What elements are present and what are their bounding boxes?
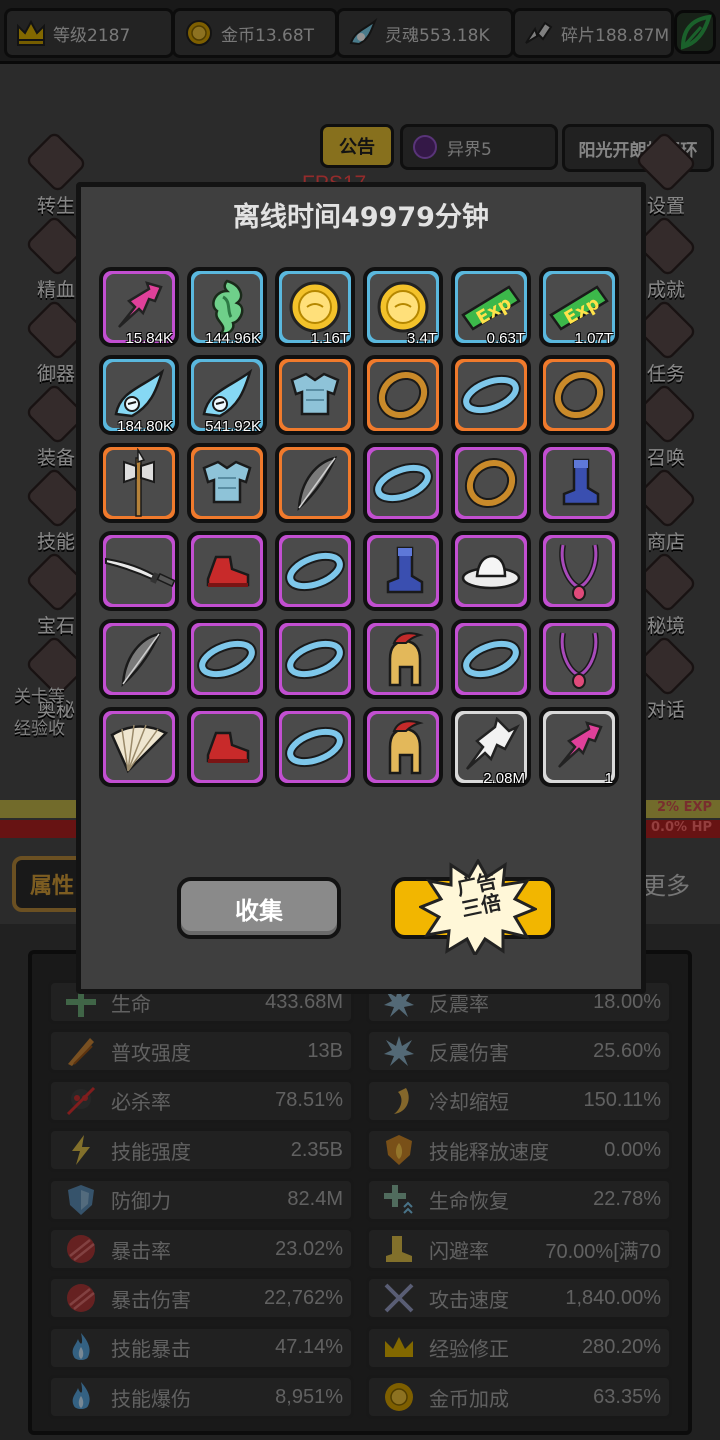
reward-slot[interactable]	[187, 619, 267, 699]
exp-ticket-icon: Exp	[547, 281, 611, 333]
red-shoe-icon	[198, 725, 256, 769]
armor-icon	[198, 458, 256, 508]
reward-slot[interactable]	[539, 355, 619, 435]
reward-quantity: 184.80K	[117, 418, 173, 435]
bracelet-icon	[548, 364, 610, 426]
reward-slot[interactable]: 2.08M	[451, 707, 531, 787]
fan-icon	[108, 719, 170, 775]
reward-slot[interactable]	[363, 531, 443, 611]
blue-bracelet-icon	[195, 635, 259, 683]
reward-slot[interactable]	[99, 443, 179, 523]
pink-dash-icon	[111, 279, 167, 335]
helmet-icon	[376, 715, 430, 779]
reward-slot[interactable]: 1.16T	[275, 267, 355, 347]
soul-flame-icon	[110, 366, 168, 424]
grey-dash-icon	[461, 717, 521, 777]
armor-icon	[286, 370, 344, 420]
reward-slot[interactable]	[363, 443, 443, 523]
reward-slot[interactable]	[275, 531, 355, 611]
reward-slot[interactable]: 184.80K	[99, 355, 179, 435]
reward-slot[interactable]	[99, 619, 179, 699]
reward-slot[interactable]	[539, 619, 619, 699]
blue-bracelet-icon	[283, 723, 347, 771]
reward-slot[interactable]: Exp 0.63T	[451, 267, 531, 347]
reward-slot[interactable]	[99, 531, 179, 611]
necklace-icon	[553, 627, 605, 691]
collect-label: 收集	[235, 896, 283, 925]
reward-slot[interactable]	[275, 355, 355, 435]
reward-slot[interactable]: 1	[539, 707, 619, 787]
reward-slot[interactable]	[363, 619, 443, 699]
reward-slot[interactable]: 15.84K	[99, 267, 179, 347]
blue-bracelet-icon	[283, 547, 347, 595]
blue-bracelet-icon	[371, 459, 435, 507]
reward-slot[interactable]: 144.96K	[187, 267, 267, 347]
reward-quantity: 1	[604, 770, 613, 787]
reward-quantity: 2.08M	[483, 770, 525, 787]
reward-slot[interactable]	[99, 707, 179, 787]
ad-triple-button[interactable]: 广告 三倍	[391, 859, 555, 955]
reward-slot[interactable]	[451, 355, 531, 435]
reward-slot[interactable]	[451, 531, 531, 611]
helmet-icon	[376, 627, 430, 691]
red-shoe-icon	[198, 549, 256, 593]
reward-slot[interactable]	[539, 443, 619, 523]
reward-slot[interactable]	[539, 531, 619, 611]
offline-reward-dialog: 离线时间49979分钟 15.84K 144.96K 1.16T 3.4T Exp 0.6…	[76, 182, 646, 994]
reward-quantity: 0.63T	[486, 330, 525, 347]
reward-slot[interactable]	[187, 443, 267, 523]
reward-quantity: 1.16T	[310, 330, 349, 347]
reward-quantity: 541.92K	[205, 418, 261, 435]
bow-icon	[111, 628, 167, 690]
exp-ticket-icon: Exp	[459, 281, 523, 333]
bracelet-icon	[460, 452, 522, 514]
reward-slot[interactable]: 3.4T	[363, 267, 443, 347]
reward-slot[interactable]	[363, 707, 443, 787]
gold-coin-icon	[375, 279, 431, 335]
reward-slot[interactable]: 541.92K	[187, 355, 267, 435]
reward-slot[interactable]	[451, 619, 531, 699]
boot-icon	[378, 542, 428, 600]
bracelet-icon	[372, 364, 434, 426]
boot-icon	[554, 454, 604, 512]
katana-icon	[102, 551, 176, 591]
blue-bracelet-icon	[459, 371, 523, 419]
bow-icon	[287, 452, 343, 514]
soul-flame-icon	[198, 366, 256, 424]
reward-slot[interactable]	[451, 443, 531, 523]
reward-slot[interactable]	[275, 443, 355, 523]
reward-slot[interactable]	[187, 707, 267, 787]
reward-quantity: 144.96K	[205, 330, 261, 347]
blue-bracelet-icon	[459, 635, 523, 683]
necklace-icon	[553, 539, 605, 603]
collect-button[interactable]: 收集	[177, 877, 341, 939]
pink-dash-icon	[551, 719, 607, 775]
reward-quantity: 3.4T	[406, 330, 437, 347]
halberd-icon	[114, 448, 164, 518]
offline-time-title: 离线时间49979分钟	[233, 202, 489, 233]
green-soul-icon	[201, 277, 253, 337]
reward-slot[interactable]	[187, 531, 267, 611]
reward-grid[interactable]: 15.84K 144.96K 1.16T 3.4T Exp 0.63T Exp 1.07T 18…	[99, 267, 625, 787]
gold-coin-icon	[287, 279, 343, 335]
reward-slot[interactable]	[363, 355, 443, 435]
reward-slot[interactable]	[275, 707, 355, 787]
straw-hat-icon	[459, 548, 523, 594]
reward-quantity: 1.07T	[574, 330, 613, 347]
blue-bracelet-icon	[283, 635, 347, 683]
reward-quantity: 15.84K	[125, 330, 173, 347]
reward-slot[interactable]: Exp 1.07T	[539, 267, 619, 347]
reward-slot[interactable]	[275, 619, 355, 699]
